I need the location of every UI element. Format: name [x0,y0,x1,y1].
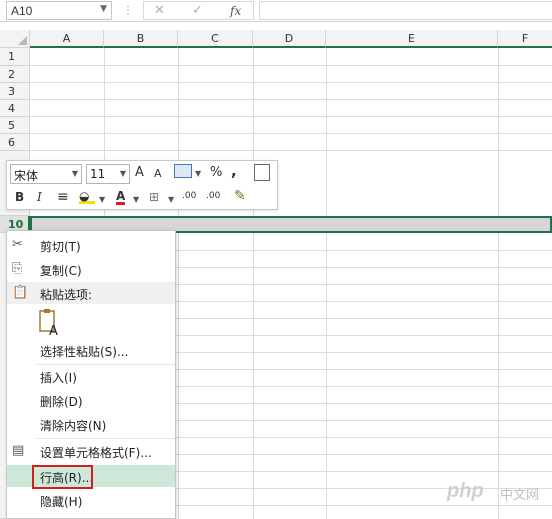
increase-decimal-button[interactable]: .00 [182,191,196,201]
drag-handle-icon[interactable]: ⋮ [122,3,134,17]
menu-item-label: 清除内容(N) [40,419,107,433]
menu-item-label: 复制(C) [40,264,82,278]
percent-style-button[interactable]: % [210,165,222,180]
cancel-icon[interactable]: ✕ [154,3,165,18]
chevron-down-icon[interactable]: ▼ [99,195,105,204]
column-header-b[interactable]: B [104,30,178,48]
chevron-down-icon[interactable]: ▼ [168,195,174,204]
column-header-d[interactable]: D [253,30,326,48]
italic-button[interactable]: I [37,190,42,204]
menu-separator [37,438,175,439]
column-header-e[interactable]: E [326,30,498,48]
watermark-logo: php [447,480,484,502]
formula-bar: A10 ▼ ⋮ ✕ ✓ fx [0,0,552,22]
watermark-text: 中文网 [500,488,540,503]
menu-item-clear-contents[interactable]: 清除内容(N) [7,413,175,435]
row-header-4[interactable]: 4 [0,100,30,117]
font-color-button[interactable]: A [116,190,126,205]
scissors-icon: ✂ [12,237,23,252]
grow-font-button[interactable]: A [135,165,144,180]
highlight-box [32,465,93,489]
menu-item-insert[interactable]: 插入(I) [7,365,175,387]
fill-color-icon[interactable]: ◒ [79,190,95,204]
font-name-value: 宋体 [14,169,39,183]
row-header-1[interactable]: 1 [0,48,30,66]
chevron-down-icon[interactable]: ▼ [100,4,107,14]
accounting-format-icon[interactable] [174,164,192,178]
select-all-corner[interactable] [0,30,30,48]
column-header-c[interactable]: C [178,30,253,48]
menu-item-paste-special[interactable]: 选择性粘贴(S)... [7,339,175,361]
mini-toolbar: 宋体 ▼ 11 ▼ A A ▼ % , B I ≡ ◒ ▼ A ▼ ⊞ ▼ .0… [6,160,278,210]
row-header-2[interactable]: 2 [0,66,30,83]
copy-icon: ⎘ [12,261,23,276]
menu-item-label: 设置单元格格式(F)... [40,446,152,460]
grid-line [30,116,552,117]
menu-item-label: 插入(I) [40,371,77,385]
formula-input[interactable] [259,1,552,20]
menu-item-hide[interactable]: 隐藏(H) [7,489,175,511]
font-size-value: 11 [90,167,106,181]
chevron-down-icon[interactable]: ▼ [72,169,78,178]
shrink-font-button[interactable]: A [154,167,162,180]
menu-item-copy[interactable]: ⎘ 复制(C) [7,258,175,280]
row-header-3[interactable]: 3 [0,83,30,100]
name-box[interactable]: A10 ▼ [6,1,112,20]
paste-option-button[interactable]: A [37,309,65,339]
chevron-down-icon[interactable]: ▼ [195,169,201,178]
paste-clipboard-icon: A [39,309,58,339]
grid-line [30,99,552,100]
menu-item-label: 选择性粘贴(S)... [40,345,129,359]
formula-buttons: ✕ ✓ fx [143,1,254,20]
row-header-5[interactable]: 5 [0,117,30,134]
clipboard-icon: 📋 [12,285,29,300]
grid-line [30,133,552,134]
menu-item-label: 剪切(T) [40,240,81,254]
enter-icon[interactable]: ✓ [192,3,203,18]
decrease-decimal-button[interactable]: .00 [206,191,220,201]
align-center-button[interactable]: ≡ [57,189,69,205]
font-name-select[interactable]: 宋体 ▼ [10,164,82,184]
menu-section-label: 粘贴选项: [40,288,93,302]
column-header-a[interactable]: A [30,30,104,48]
function-icon[interactable]: fx [230,4,241,18]
svg-text:A: A [49,324,58,337]
borders-icon[interactable]: ⊞ [149,190,159,204]
grid-line [30,82,552,83]
grid-line [30,150,552,151]
chevron-down-icon[interactable]: ▼ [133,195,139,204]
name-box-value: A10 [11,4,33,18]
menu-item-label: 隐藏(H) [40,495,83,509]
grid-line [30,65,552,66]
menu-item-delete[interactable]: 删除(D) [7,389,175,411]
format-painter-icon[interactable]: ✎ [234,188,246,204]
chevron-down-icon[interactable]: ▼ [120,169,126,178]
comma-style-button[interactable]: , [231,162,237,180]
menu-item-label: 删除(D) [40,395,83,409]
format-painter-table-icon[interactable] [254,164,270,181]
bold-button[interactable]: B [15,190,24,204]
menu-section-paste-options: 📋 粘贴选项: [7,282,175,304]
font-size-select[interactable]: 11 ▼ [86,164,130,184]
menu-item-format-cells[interactable]: ▤ 设置单元格格式(F)... [7,440,175,462]
row-header-6[interactable]: 6 [0,134,30,151]
format-cells-icon: ▤ [12,443,25,458]
menu-item-cut[interactable]: ✂ 剪切(T) [7,234,175,256]
column-header-f[interactable]: F [498,30,552,48]
